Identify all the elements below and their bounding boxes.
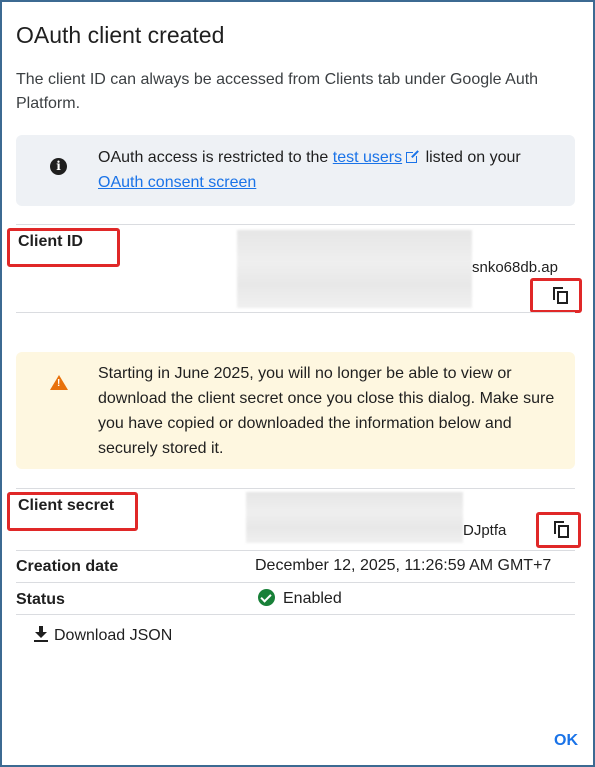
test-users-link[interactable]: test users — [333, 149, 402, 166]
divider — [16, 488, 575, 489]
annotation-box-client-secret-label — [7, 492, 138, 531]
info-banner: i OAuth access is restricted to the test… — [16, 135, 575, 206]
client-id-value: snko68db.ap — [472, 259, 558, 276]
external-link-icon[interactable] — [406, 150, 420, 163]
info-banner-text: OAuth access is restricted to the test u… — [98, 145, 568, 195]
divider — [16, 550, 575, 551]
warning-banner: ! Starting in June 2025, you will no lon… — [16, 352, 575, 469]
annotation-box-copy-client-secret — [536, 512, 581, 548]
status-value: Enabled — [258, 589, 342, 608]
warning-text: Starting in June 2025, you will no longe… — [98, 365, 555, 457]
download-json-label: Download JSON — [54, 627, 173, 644]
divider — [16, 582, 575, 583]
warning-icon: ! — [50, 375, 68, 390]
info-icon: i — [50, 158, 67, 175]
client-id-value-redacted — [237, 230, 472, 308]
download-icon — [34, 626, 48, 642]
dialog-intro-text: The client ID can always be accessed fro… — [16, 71, 539, 112]
divider — [16, 312, 575, 313]
download-json-button[interactable]: Download JSON — [34, 626, 172, 645]
ok-button[interactable]: OK — [554, 732, 578, 750]
dialog-title: OAuth client created — [16, 22, 225, 48]
creation-date-value: December 12, 2025, 11:26:59 AM GMT+7 — [255, 557, 552, 574]
status-label: Status — [16, 591, 65, 608]
annotation-box-client-id-label — [7, 228, 120, 267]
creation-date-label: Creation date — [16, 558, 119, 575]
client-secret-value: DJptfa — [463, 522, 507, 539]
oauth-client-created-dialog: OAuth client created The client ID can a… — [0, 0, 595, 767]
check-circle-icon — [258, 589, 275, 606]
info-text-before: OAuth access is restricted to the — [98, 149, 333, 166]
info-text-middle: listed on your — [421, 149, 521, 166]
client-secret-value-redacted — [246, 492, 463, 543]
annotation-box-copy-client-id — [530, 278, 582, 313]
status-text: Enabled — [283, 590, 342, 607]
divider — [16, 614, 575, 615]
oauth-consent-screen-link[interactable]: OAuth consent screen — [98, 174, 256, 191]
divider — [16, 224, 575, 225]
